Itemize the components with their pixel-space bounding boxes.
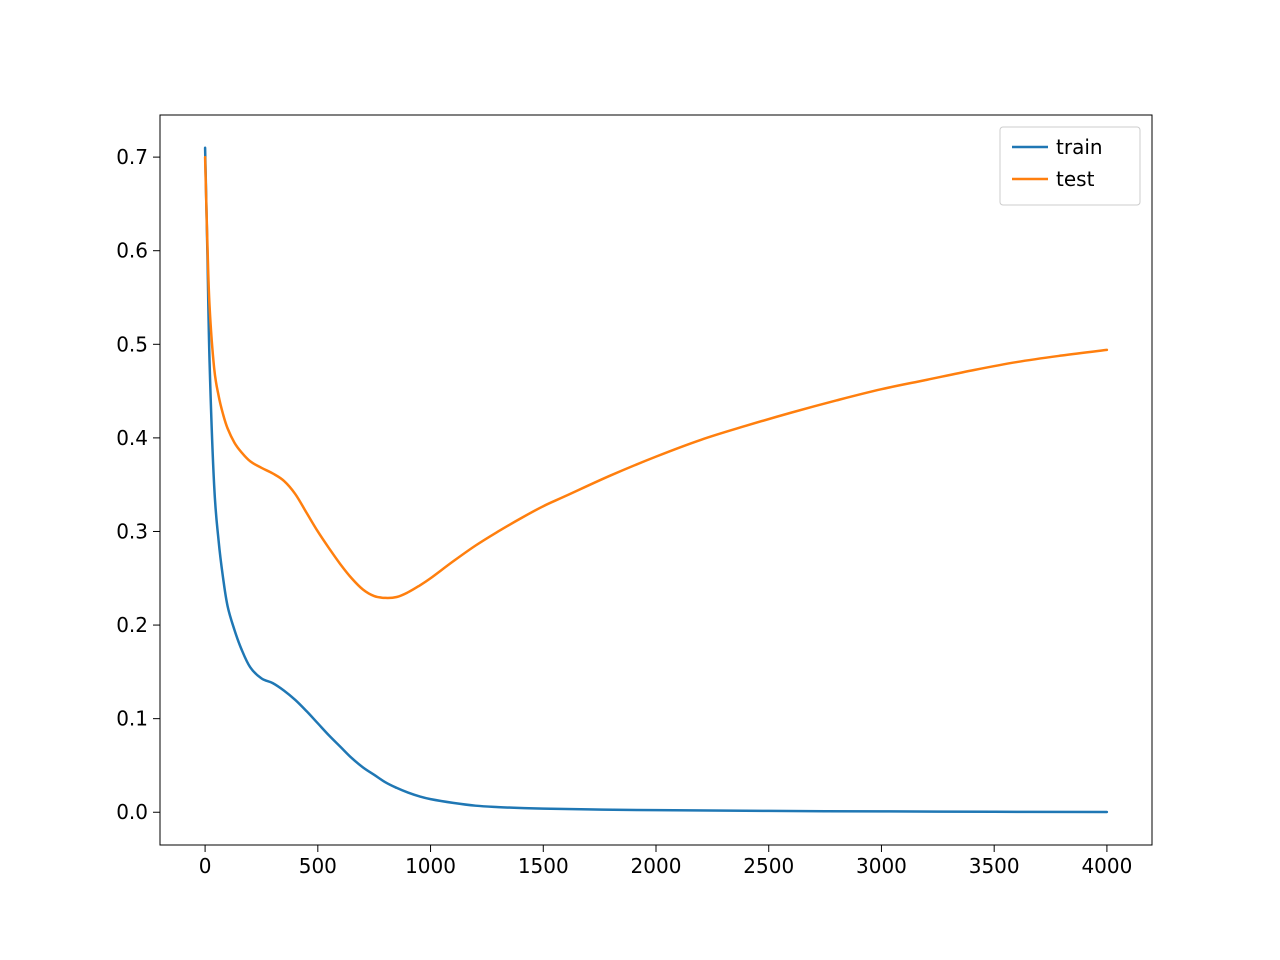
series-line-test [205, 157, 1107, 598]
x-tick-label: 3000 [856, 854, 907, 878]
y-tick-label: 0.4 [116, 426, 148, 450]
x-tick-label: 2000 [631, 854, 682, 878]
x-tick-label: 1500 [518, 854, 569, 878]
legend-label-test: test [1056, 167, 1095, 191]
x-tick-label: 3500 [969, 854, 1020, 878]
y-tick-label: 0.6 [116, 239, 148, 263]
y-tick-label: 0.3 [116, 519, 148, 543]
x-tick-label: 500 [299, 854, 337, 878]
legend-label-train: train [1056, 135, 1103, 159]
y-tick-label: 0.2 [116, 613, 148, 637]
y-tick-label: 0.1 [116, 707, 148, 731]
plot-frame [160, 115, 1152, 845]
y-tick-label: 0.0 [116, 800, 148, 824]
y-tick-label: 0.7 [116, 145, 148, 169]
chart-svg: 0 500 1000 1500 2000 2500 3000 3500 4000 0.0 0.1 0.… [0, 0, 1280, 960]
x-tick-label: 4000 [1081, 854, 1132, 878]
series-line-train [205, 148, 1107, 812]
x-tick-label: 0 [199, 854, 212, 878]
y-tick-label: 0.5 [116, 332, 148, 356]
chart-container: 0 500 1000 1500 2000 2500 3000 3500 4000 0.0 0.1 0.… [0, 0, 1280, 960]
x-tick-label: 2500 [743, 854, 794, 878]
x-tick-label: 1000 [405, 854, 456, 878]
